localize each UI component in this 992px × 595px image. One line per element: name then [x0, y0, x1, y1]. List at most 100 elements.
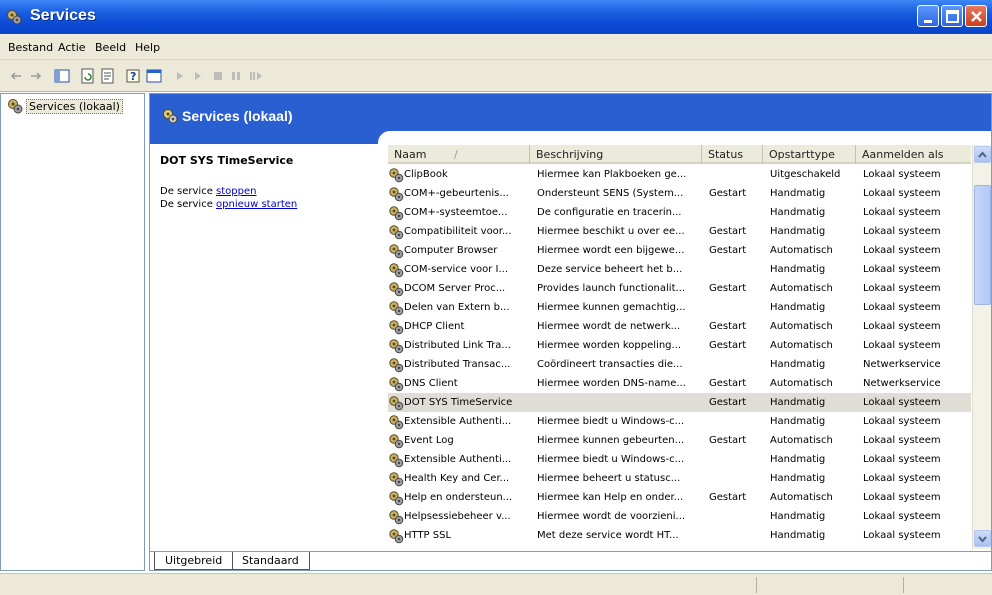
services-gears-icon — [7, 10, 22, 25]
console-tree: Services (lokaal) — [0, 93, 145, 571]
service-row[interactable]: ClipBook Hiermee kan Plakboeken ge... Uitg… — [388, 165, 971, 184]
service-name: Delen van Extern b... — [404, 302, 510, 313]
refresh-icon[interactable] — [80, 68, 96, 84]
column-header-aanmelden-als[interactable]: Aanmelden als — [856, 145, 971, 164]
service-row[interactable]: Extensible Authenti... Hiermee biedt u Wi… — [388, 412, 971, 431]
service-startup-cell: Handmatig — [770, 226, 826, 237]
service-startup-cell: Handmatig — [770, 359, 826, 370]
service-row[interactable]: Help en ondersteun... Hiermee kan Help en… — [388, 488, 971, 507]
list-header: Naam / Beschrijving Status Opstarttype A… — [388, 145, 971, 164]
service-desc-cell: Ondersteunt SENS (System... — [537, 188, 684, 199]
service-name-cell: COM+-gebeurtenis... — [388, 184, 530, 203]
service-row[interactable]: Helpsessiebeheer v... Hiermee wordt de vo… — [388, 507, 971, 526]
restart-service-icon[interactable] — [248, 68, 264, 84]
properties-icon[interactable] — [146, 68, 162, 84]
service-row[interactable]: Computer Browser Hiermee wordt een bijgew… — [388, 241, 971, 260]
service-row[interactable]: Distributed Link Tra... Hiermee worden ko… — [388, 336, 971, 355]
service-startup-cell: Handmatig — [770, 397, 826, 408]
service-logon-cell: Lokaal systeem — [863, 492, 941, 503]
service-row[interactable]: DCOM Server Proc... Provides launch funct… — [388, 279, 971, 298]
column-header-opstarttype[interactable]: Opstarttype — [763, 145, 856, 164]
service-status-cell: Gestart — [709, 245, 747, 256]
scroll-up-button[interactable] — [974, 146, 991, 163]
minimize-button[interactable] — [917, 5, 939, 27]
service-row[interactable]: Delen van Extern b... Hiermee kunnen gema… — [388, 298, 971, 317]
service-gears-icon — [389, 490, 404, 505]
service-startup-cell: Handmatig — [770, 416, 826, 427]
service-name: Extensible Authenti... — [404, 416, 512, 427]
service-row[interactable]: Health Key and Cer... Hiermee beheert u s… — [388, 469, 971, 488]
service-status-cell: Gestart — [709, 397, 747, 408]
service-status-cell — [709, 298, 763, 317]
service-desc-cell: Hiermee beschikt u over ee... — [537, 226, 685, 237]
tree-item-services-local[interactable]: Services (lokaal) — [7, 98, 123, 114]
export-list-icon[interactable] — [100, 68, 116, 84]
help-icon[interactable]: ? — [126, 68, 142, 84]
column-header-beschrijving[interactable]: Beschrijving — [530, 145, 702, 164]
service-gears-icon — [389, 452, 404, 467]
close-button[interactable] — [965, 5, 987, 27]
stop-service-icon[interactable] — [210, 68, 226, 84]
service-status-cell: Gestart — [709, 188, 747, 199]
column-header-status[interactable]: Status — [702, 145, 763, 164]
service-row[interactable]: DOT SYS TimeService Gestart Handmatig Lokaa… — [388, 393, 971, 412]
service-gears-icon — [389, 281, 404, 296]
service-status-cell: Gestart — [709, 283, 747, 294]
services-gears-icon — [8, 99, 23, 114]
back-arrow-icon[interactable] — [8, 68, 24, 84]
service-name-cell: Computer Browser — [388, 241, 530, 260]
service-desc-cell: Hiermee biedt u Windows-c... — [537, 416, 685, 427]
stop-service-link[interactable]: stoppen — [216, 186, 256, 197]
service-gears-icon — [389, 205, 404, 220]
service-logon-cell: Lokaal systeem — [863, 473, 941, 484]
service-name: DOT SYS TimeService — [404, 397, 513, 408]
tab-uitgebreid[interactable]: Uitgebreid — [154, 552, 234, 570]
service-desc-cell: Provides launch functionalit... — [537, 283, 686, 294]
show-console-tree-icon[interactable] — [54, 68, 70, 84]
service-row[interactable]: DHCP Client Hiermee wordt de netwerk... Ge… — [388, 317, 971, 336]
restart-service-link[interactable]: opnieuw starten — [216, 199, 297, 210]
menu-actie[interactable]: Actie — [58, 41, 86, 54]
service-name: DNS Client — [404, 378, 458, 389]
service-name: Computer Browser — [404, 245, 498, 256]
forward-arrow-icon[interactable] — [28, 68, 44, 84]
menu-bestand[interactable]: Bestand — [8, 41, 53, 54]
scroll-thumb[interactable] — [974, 185, 991, 305]
service-startup-cell: Handmatig — [770, 530, 826, 541]
service-startup-cell: Handmatig — [770, 302, 826, 313]
minimize-icon — [924, 20, 932, 23]
service-row[interactable]: DNS Client Hiermee worden DNS-name... Gest… — [388, 374, 971, 393]
service-name: Help en ondersteun... — [404, 492, 513, 503]
service-name: ClipBook — [404, 169, 448, 180]
service-row[interactable]: Event Log Hiermee kunnen gebeurten... Gest… — [388, 431, 971, 450]
service-row[interactable]: COM+-systeemtoe... De configuratie en tra… — [388, 203, 971, 222]
maximize-button[interactable] — [941, 5, 963, 27]
scroll-down-button[interactable] — [974, 530, 991, 547]
menu-beeld[interactable]: Beeld — [95, 41, 126, 54]
menu-help[interactable]: Help — [135, 41, 160, 54]
column-header-label: Naam — [394, 148, 427, 161]
start-service-alt-icon[interactable] — [190, 68, 206, 84]
service-startup-cell: Automatisch — [770, 340, 833, 351]
service-name-cell: HTTP SSL — [388, 526, 530, 545]
service-name: Helpsessiebeheer v... — [404, 511, 511, 522]
service-row[interactable]: COM-service voor I... Deze service beheer… — [388, 260, 971, 279]
service-row[interactable]: Distributed Transac... Coördineert transa… — [388, 355, 971, 374]
pause-service-icon[interactable] — [228, 68, 244, 84]
service-row[interactable]: HTTP SSL Met deze service wordt HT... Hand… — [388, 526, 971, 545]
stop-service-line: De service stoppen — [160, 186, 256, 197]
service-gears-icon — [389, 243, 404, 258]
service-startup-cell: Handmatig — [770, 207, 826, 218]
service-row[interactable]: Extensible Authenti... Hiermee biedt u Wi… — [388, 450, 971, 469]
service-gears-icon — [389, 376, 404, 391]
tab-standaard[interactable]: Standaard — [232, 552, 310, 570]
service-name-cell: Extensible Authenti... — [388, 450, 530, 469]
service-logon-cell: Lokaal systeem — [863, 283, 941, 294]
start-service-icon[interactable] — [172, 68, 188, 84]
service-row[interactable]: Compatibiliteit voor... Hiermee beschikt … — [388, 222, 971, 241]
service-row[interactable]: COM+-gebeurtenis... Ondersteunt SENS (Sys… — [388, 184, 971, 203]
vertical-scrollbar[interactable] — [972, 145, 991, 549]
column-header-naam[interactable]: Naam / — [388, 145, 530, 164]
service-status-cell — [709, 203, 763, 222]
service-status-cell — [709, 412, 763, 431]
